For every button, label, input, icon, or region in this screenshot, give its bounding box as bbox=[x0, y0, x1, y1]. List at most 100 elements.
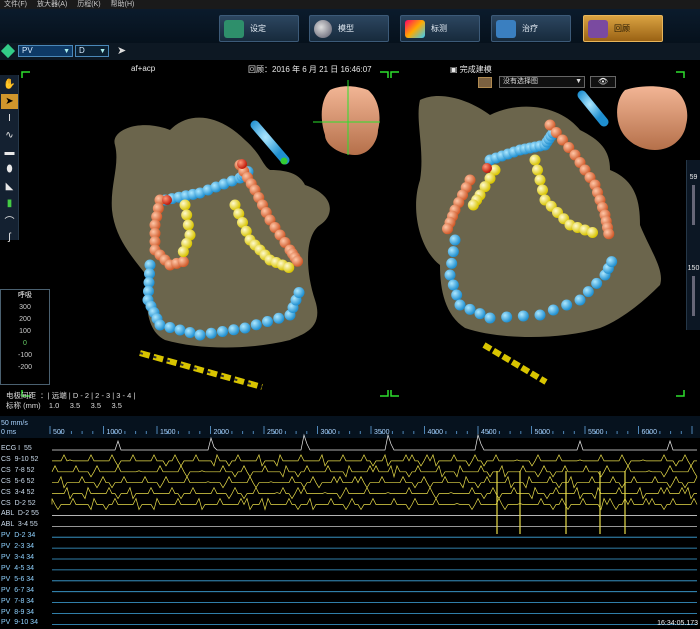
channel-label: PV 5-6 34 bbox=[1, 575, 35, 583]
tag-point[interactable] bbox=[162, 195, 172, 205]
ruler-tick-label: 5500 bbox=[588, 429, 604, 436]
tag-point[interactable] bbox=[194, 329, 206, 341]
tag-point[interactable] bbox=[177, 256, 189, 268]
electrode-select[interactable]: D ▼ bbox=[75, 45, 109, 57]
complete-model-label[interactable]: ▣ 完成建模 bbox=[450, 64, 492, 75]
chevron-down-icon: ▼ bbox=[99, 48, 106, 55]
tag-point[interactable] bbox=[293, 287, 305, 298]
grid-view-icon[interactable] bbox=[478, 77, 492, 88]
chevron-down-icon: ▼ bbox=[63, 48, 70, 55]
review-icon bbox=[588, 19, 608, 38]
tag-point[interactable] bbox=[239, 322, 251, 334]
tag-point[interactable] bbox=[587, 227, 598, 238]
egm-strip[interactable]: 50 mm/s 0 ms 500 1000 1500 2000 2500 3000 3500… bbox=[0, 416, 700, 629]
egm-trace bbox=[52, 453, 697, 467]
channel-label: PV 8-9 34 bbox=[1, 608, 35, 616]
tag-point[interactable] bbox=[283, 262, 295, 273]
tag-point[interactable] bbox=[181, 209, 193, 221]
tag-point[interactable] bbox=[273, 312, 285, 324]
channel-label: CS 7-8 52 bbox=[1, 466, 35, 474]
tag-point[interactable] bbox=[547, 304, 559, 316]
map-select-dropdown[interactable]: 没有选择图 ▼ bbox=[499, 76, 585, 88]
tag-point[interactable] bbox=[561, 299, 573, 311]
tag-point[interactable] bbox=[501, 311, 513, 323]
tag-point[interactable] bbox=[217, 326, 228, 337]
nav-review-button[interactable]: 回顾 bbox=[583, 15, 663, 42]
tag-point[interactable] bbox=[529, 154, 541, 166]
tag-point[interactable] bbox=[237, 159, 247, 169]
opacity-slider[interactable] bbox=[692, 185, 695, 225]
right-catheter-shaft bbox=[482, 342, 548, 385]
torso-orientation-icon bbox=[617, 86, 688, 150]
tag-point[interactable] bbox=[534, 309, 546, 321]
tag-point[interactable] bbox=[442, 223, 453, 235]
nav-model-button[interactable]: 模型 bbox=[309, 15, 389, 42]
ruler-tick-label: 1000 bbox=[106, 429, 123, 436]
tag-point[interactable] bbox=[174, 324, 186, 336]
slider-value-2: 150 bbox=[687, 265, 700, 272]
menu-history[interactable]: 历程(K) bbox=[77, 0, 100, 9]
catheter-select[interactable]: PV ▼ bbox=[18, 45, 73, 57]
ruler-tick-label: 3500 bbox=[374, 429, 390, 436]
nav-mapping-button[interactable]: 标测 bbox=[400, 15, 480, 42]
nav-ablation-button[interactable]: 治疗 bbox=[491, 15, 571, 42]
tag-point[interactable] bbox=[449, 234, 461, 246]
tag-point[interactable] bbox=[444, 269, 456, 281]
catheter-select-value: PV bbox=[22, 46, 33, 55]
menu-file[interactable]: 文件(F) bbox=[4, 0, 27, 9]
tag-point[interactable] bbox=[603, 228, 615, 240]
config-icon bbox=[224, 19, 244, 38]
tag-point[interactable] bbox=[182, 219, 194, 231]
tag-point[interactable] bbox=[482, 163, 492, 173]
cursor-tool-icon[interactable]: ➤ bbox=[117, 44, 126, 57]
tag-point[interactable] bbox=[591, 277, 603, 289]
channel-label: CS 5-6 52 bbox=[1, 477, 35, 485]
tag-point[interactable] bbox=[154, 319, 166, 331]
spacing-header: 电极间距 ：| 远端 | D - 2 | 2 - 3 | 3 - 4 | bbox=[6, 391, 136, 400]
tag-point[interactable] bbox=[582, 286, 594, 298]
tag-point[interactable] bbox=[446, 257, 458, 269]
tag-point[interactable] bbox=[454, 299, 466, 311]
nav-setup-label: 设定 bbox=[250, 24, 266, 33]
tag-point[interactable] bbox=[484, 312, 496, 324]
tag-point[interactable] bbox=[250, 319, 262, 331]
menu-help[interactable]: 帮助(H) bbox=[111, 0, 135, 9]
tag-point[interactable] bbox=[228, 324, 240, 336]
mapping-viewport[interactable] bbox=[0, 60, 700, 412]
tag-point[interactable] bbox=[262, 316, 273, 327]
tag-point[interactable] bbox=[451, 289, 463, 301]
sweep-speed: 50 mm/s bbox=[1, 420, 28, 427]
visibility-toggle[interactable]: 👁 bbox=[590, 76, 616, 88]
complete-model-text: 完成建模 bbox=[459, 65, 492, 74]
channel-label: ECG I 55 bbox=[1, 445, 32, 452]
ruler-tick-label: 1500 bbox=[160, 429, 176, 436]
tag-point[interactable] bbox=[606, 256, 618, 268]
tag-point[interactable] bbox=[205, 327, 217, 339]
tag-point[interactable] bbox=[464, 303, 476, 315]
tag-point[interactable] bbox=[177, 246, 189, 258]
tag-point[interactable] bbox=[184, 327, 196, 338]
tag-point[interactable] bbox=[534, 174, 546, 186]
tag-point[interactable] bbox=[467, 199, 479, 211]
electrode-select-value: D bbox=[79, 46, 85, 55]
channel-label: CS D-2 52 bbox=[1, 499, 36, 507]
egm-traces bbox=[0, 416, 700, 625]
menu-amplifier[interactable]: 放大器(A) bbox=[37, 0, 67, 9]
tag-point[interactable] bbox=[474, 308, 486, 320]
tag-point[interactable] bbox=[447, 246, 459, 258]
tag-point[interactable] bbox=[537, 184, 548, 196]
eye-icon: 👁 bbox=[597, 77, 609, 86]
ruler-tick-label: 2500 bbox=[267, 429, 283, 436]
tag-point[interactable] bbox=[532, 164, 543, 176]
tag-point[interactable] bbox=[164, 322, 176, 333]
main-toolbar: 设定 模型 标测 治疗 回顾 bbox=[0, 9, 700, 43]
channel-label: PV 9-10 34 bbox=[1, 619, 38, 627]
left-catheter-shaft bbox=[139, 350, 263, 390]
tag-point[interactable] bbox=[517, 310, 529, 322]
nav-setup-button[interactable]: 设定 bbox=[219, 15, 299, 42]
tag-point[interactable] bbox=[179, 199, 191, 211]
tag-point[interactable] bbox=[574, 294, 586, 306]
tag-point[interactable] bbox=[447, 279, 459, 291]
channel-label: CS 3-4 52 bbox=[1, 488, 35, 496]
threshold-slider[interactable] bbox=[692, 276, 695, 316]
